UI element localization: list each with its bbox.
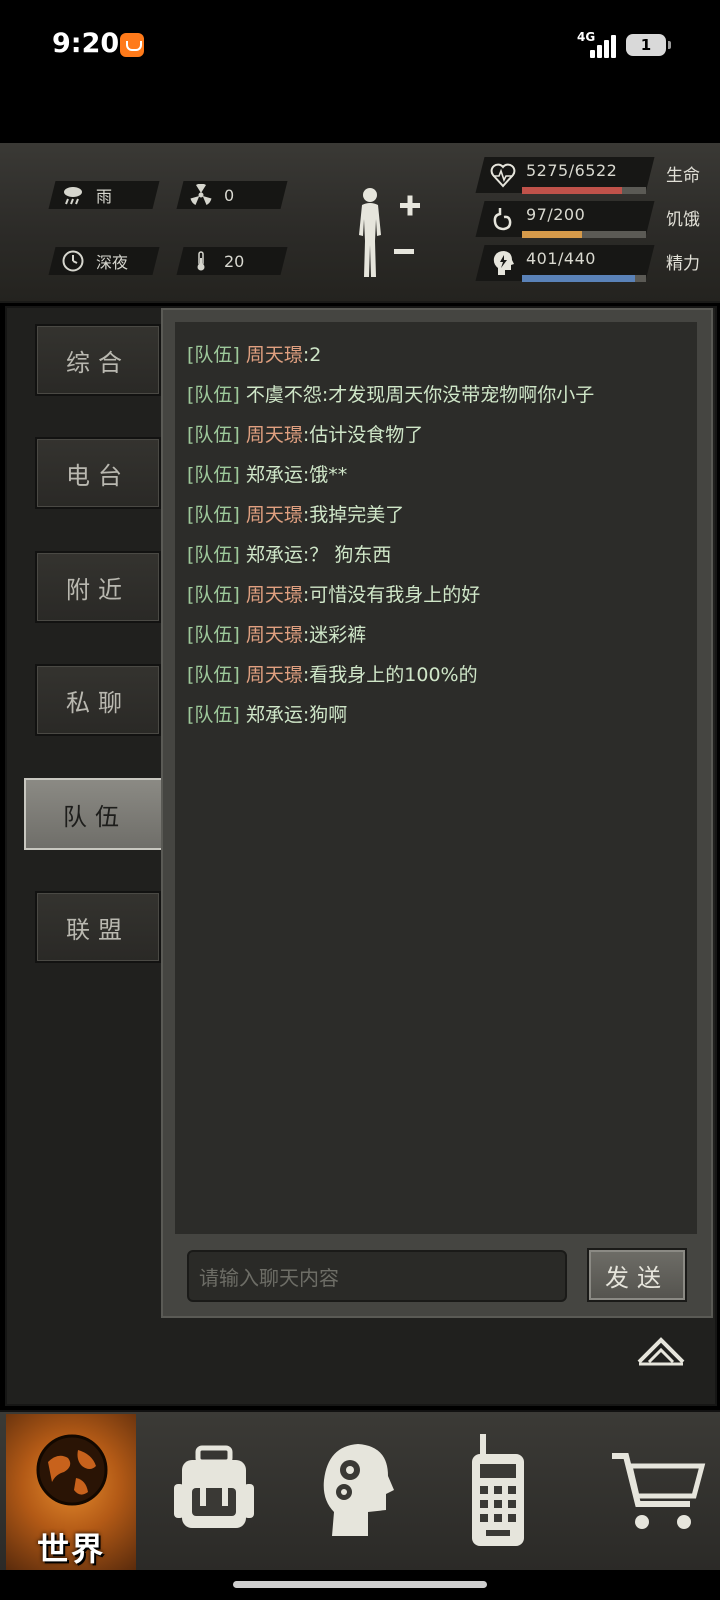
channel-tabs: 综合 电台 附近 私聊 队伍 联盟 <box>7 308 167 1404</box>
hunger-bar <box>522 231 646 238</box>
heart-icon <box>490 163 516 188</box>
chat-message: [队伍] 郑承运:狗啊 <box>187 704 348 726</box>
backpack-icon <box>174 1445 254 1528</box>
chat-message: [队伍] 周天璟:迷彩裤 <box>187 624 367 646</box>
cart-icon <box>612 1453 706 1529</box>
weather-slot: 雨 <box>48 181 160 209</box>
weather-text: 雨 <box>96 187 113 206</box>
chat-message: [队伍] 郑承运:？ 狗东西 <box>187 544 392 566</box>
globe-icon <box>36 1434 108 1506</box>
battery-icon: 1 <box>626 34 671 56</box>
thermometer-icon <box>197 251 205 271</box>
home-indicator[interactable] <box>233 1581 487 1588</box>
hunger-value: 97/200 <box>526 205 586 224</box>
nav-radio[interactable] <box>446 1414 576 1570</box>
health-bar <box>522 187 646 194</box>
radio-icon <box>472 1434 524 1546</box>
chat-message-list[interactable]: [队伍] 周天璟:2 [队伍] 不虞不怨:才发现周天你没带宠物啊你小子 [队伍]… <box>175 322 697 1234</box>
send-button[interactable]: 发送 <box>587 1248 687 1302</box>
radiation-slot: 0 <box>176 181 288 209</box>
hunger-label: 饥饿 <box>666 210 700 230</box>
chat-message: [队伍] 周天璟:看我身上的100%的 <box>187 664 478 686</box>
tab-radio[interactable]: 电台 <box>35 437 161 509</box>
health-stat: 5275/6522 生命 <box>475 155 710 195</box>
chat-message: [队伍] 周天璟:2 <box>187 344 322 366</box>
chat-input[interactable]: 请输入聊天内容 <box>187 1250 567 1302</box>
chat-message: [队伍] 郑承运:饿** <box>187 464 348 486</box>
health-label: 生命 <box>666 166 700 186</box>
clock: 9:20 <box>52 28 120 59</box>
time-of-day-slot: 深夜 <box>48 247 160 275</box>
rain-cloud-icon <box>64 187 82 205</box>
tab-team[interactable]: 队伍 <box>24 778 166 850</box>
status-bar: 9:20 4G 1 <box>0 0 720 92</box>
energy-head-icon <box>493 251 514 275</box>
player-hud: 雨 0 深夜 20 5275/6522 生命 97/200 饥饿 401/440… <box>0 143 720 303</box>
energy-label: 精力 <box>666 254 700 274</box>
health-value: 5275/6522 <box>526 161 618 180</box>
nav-shop[interactable] <box>590 1414 720 1570</box>
hunger-stat: 97/200 饥饿 <box>475 199 710 239</box>
energy-stat: 401/440 精力 <box>475 243 710 283</box>
chat-message: [队伍] 不虞不怨:才发现周天你没带宠物啊你小子 <box>187 384 595 406</box>
nav-world[interactable]: 世界 <box>6 1414 136 1570</box>
bottom-nav: 世界 <box>0 1410 720 1570</box>
chat-panel: 综合 电台 附近 私聊 队伍 联盟 [队伍] 周天璟:2 [队伍] 不虞不怨:才… <box>5 306 717 1406</box>
shopping-app-icon <box>120 33 144 57</box>
energy-value: 401/440 <box>526 249 596 268</box>
chat-message: [队伍] 周天璟:估计没食物了 <box>187 424 424 446</box>
tab-private[interactable]: 私聊 <box>35 664 161 736</box>
tab-alliance[interactable]: 联盟 <box>35 891 161 963</box>
clock-icon <box>62 250 84 272</box>
signal-icon <box>590 34 618 58</box>
radiation-icon <box>190 184 212 205</box>
chat-message: [队伍] 周天璟:我掉完美了 <box>187 504 405 526</box>
temperature-value: 20 <box>224 251 245 271</box>
character-body-icon[interactable] <box>350 183 440 283</box>
tab-nearby[interactable]: 附近 <box>35 551 161 623</box>
chat-frame: [队伍] 周天璟:2 [队伍] 不虞不怨:才发现周天你没带宠物啊你小子 [队伍]… <box>161 308 713 1318</box>
nav-world-label: 世界 <box>36 1530 105 1568</box>
tab-general[interactable]: 综合 <box>35 324 161 396</box>
nav-backpack[interactable] <box>150 1414 280 1570</box>
time-of-day-text: 深夜 <box>96 253 129 272</box>
nav-skills[interactable] <box>296 1414 426 1570</box>
collapse-up-icon[interactable] <box>635 1330 687 1370</box>
energy-bar <box>522 275 646 282</box>
chat-message: [队伍] 周天璟:可惜没有我身上的好 <box>187 584 481 606</box>
radiation-value: 0 <box>224 185 235 205</box>
stomach-icon <box>493 208 512 231</box>
temperature-slot: 20 <box>176 247 288 275</box>
brain-head-icon <box>323 1444 394 1536</box>
